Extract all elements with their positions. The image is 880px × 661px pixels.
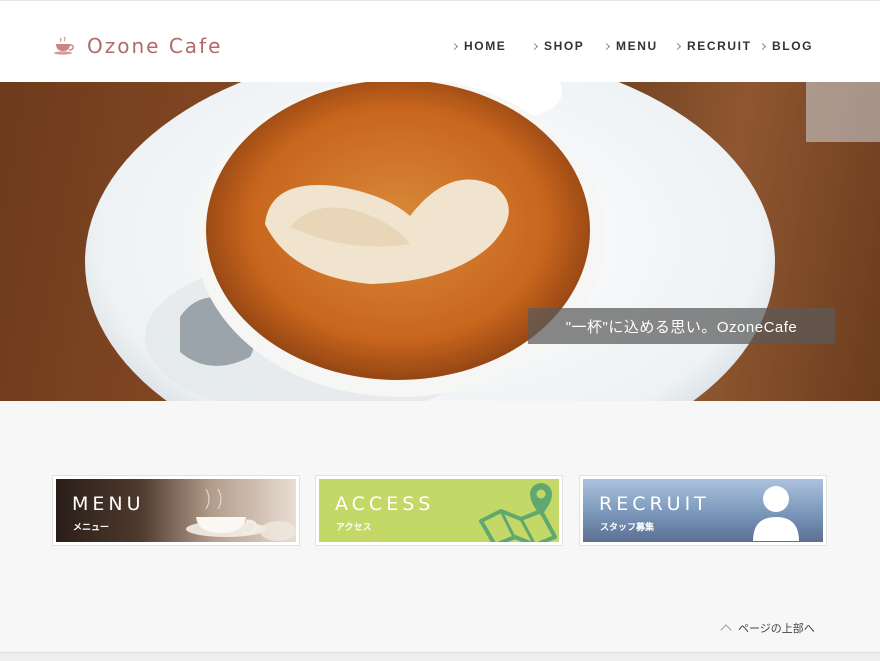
coffee-cup-icon xyxy=(54,36,74,55)
chevron-right-icon xyxy=(673,42,682,50)
banner-title: ACCESS xyxy=(335,493,435,515)
nav-item-recruit[interactable]: RECRUIT xyxy=(673,39,752,53)
recruit-banner-image: RECRUIT スタッフ募集 xyxy=(583,479,823,542)
banner-title: RECRUIT xyxy=(599,493,710,515)
banner-subtitle: メニュー xyxy=(73,522,110,532)
chevron-right-icon xyxy=(758,42,767,50)
hero-image: "一杯"に込める思い。OzoneCafe xyxy=(0,82,880,401)
nav-item-label: MENU xyxy=(616,39,658,53)
menu-banner[interactable]: MENU メニュー xyxy=(52,475,300,546)
page-top-link[interactable]: ページの上部へ xyxy=(720,620,815,636)
access-banner-image: ACCESS アクセス xyxy=(319,479,559,542)
banner-subtitle: スタッフ募集 xyxy=(600,522,655,532)
chevron-right-icon xyxy=(450,42,459,50)
banner-title: MENU xyxy=(72,493,145,515)
nav-item-shop[interactable]: SHOP xyxy=(530,39,585,53)
menu-banner-image: MENU メニュー xyxy=(56,479,296,542)
nav-item-blog[interactable]: BLOG xyxy=(758,39,814,53)
nav-item-label: BLOG xyxy=(772,39,814,53)
nav-item-label: SHOP xyxy=(544,39,585,53)
nav-item-menu[interactable]: MENU xyxy=(602,39,658,53)
chevron-up-icon xyxy=(720,624,732,636)
hero-tagline: "一杯"に込める思い。OzoneCafe xyxy=(528,308,835,344)
nav-item-label: HOME xyxy=(464,39,507,53)
latte-art-image xyxy=(0,82,880,401)
access-banner[interactable]: ACCESS アクセス xyxy=(315,475,563,546)
logo-text: Ozone Cafe xyxy=(87,34,223,58)
banner-subtitle: アクセス xyxy=(336,522,372,532)
page-top-label: ページの上部へ xyxy=(738,623,815,635)
site-logo[interactable]: Ozone Cafe xyxy=(53,34,222,58)
nav-item-label: RECRUIT xyxy=(687,39,752,53)
site-header: Ozone Cafe HOME SHOP MENU RECRUIT BLOG xyxy=(0,0,880,82)
chevron-right-icon xyxy=(530,42,539,50)
nav-item-home[interactable]: HOME xyxy=(450,39,507,53)
recruit-banner[interactable]: RECRUIT スタッフ募集 xyxy=(579,475,827,546)
chevron-right-icon xyxy=(602,42,611,50)
